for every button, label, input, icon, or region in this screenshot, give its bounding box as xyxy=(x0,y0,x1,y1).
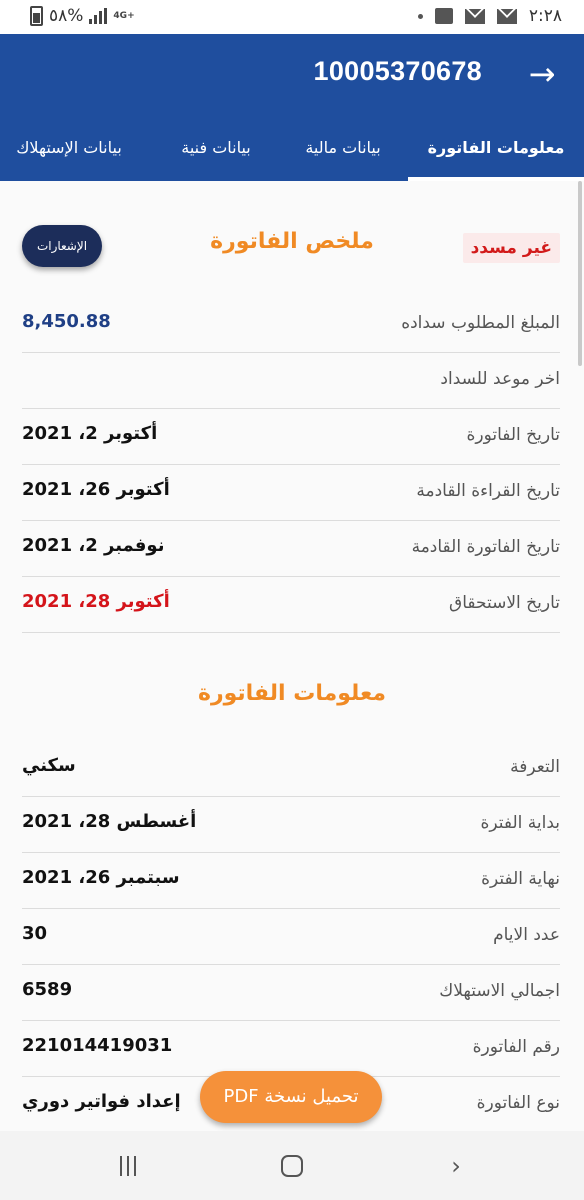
network-type: 4G+ xyxy=(113,10,135,21)
row-value: أكتوبر 2، 2021 xyxy=(22,423,158,444)
download-pdf-button[interactable]: تحميل نسخة PDF xyxy=(200,1071,382,1123)
app-bar: 10005370678 → xyxy=(0,34,584,114)
row-tariff: التعرفة سكني xyxy=(22,741,560,797)
row-next-invoice-date: تاريخ الفاتورة القادمة نوفمبر 2، 2021 xyxy=(22,521,560,577)
scrollbar[interactable] xyxy=(578,181,582,366)
row-value: إعداد فواتير دوري xyxy=(22,1091,181,1112)
row-value: 8,450.88 xyxy=(22,311,111,332)
notification-dot-icon xyxy=(417,13,423,19)
status-bar: ٥٨% 4G+ ٢:٢٨ xyxy=(0,0,584,34)
row-days-count: عدد الايام 30 xyxy=(22,909,560,965)
row-last-pay-date: اخر موعد للسداد xyxy=(22,353,560,409)
battery-icon xyxy=(30,6,43,26)
row-value: نوفمبر 2، 2021 xyxy=(22,535,165,556)
summary-header: غير مسدد ملخص الفاتورة الإشعارات xyxy=(0,225,584,267)
content-area: غير مسدد ملخص الفاتورة الإشعارات المبلغ … xyxy=(0,181,584,1133)
row-label: اجمالي الاستهلاك xyxy=(439,981,560,1001)
mail-icon xyxy=(464,8,485,24)
row-value: 221014419031 xyxy=(22,1035,173,1056)
status-right: ٢:٢٨ xyxy=(417,6,562,26)
row-label: تاريخ الفاتورة xyxy=(466,425,560,445)
row-value: أغسطس 28، 2021 xyxy=(22,811,197,832)
row-label: تاريخ الفاتورة القادمة xyxy=(411,537,560,557)
row-value: أكتوبر 28، 2021 xyxy=(22,591,170,612)
tab-technical-data[interactable]: بيانات فنية xyxy=(154,114,278,181)
row-value: 30 xyxy=(22,923,48,944)
status-time: ٢:٢٨ xyxy=(528,6,562,26)
system-nav-bar: › xyxy=(0,1131,584,1200)
gallery-icon xyxy=(434,8,453,24)
row-label: نوع الفاتورة xyxy=(476,1093,560,1113)
row-total-consumption: اجمالي الاستهلاك 6589 xyxy=(22,965,560,1021)
account-number-title: 10005370678 xyxy=(313,56,482,86)
row-period-end: نهاية الفترة سبتمبر 26، 2021 xyxy=(22,853,560,909)
row-label: عدد الايام xyxy=(493,925,560,945)
row-value: 6589 xyxy=(22,979,73,1000)
row-label: تاريخ القراءة القادمة xyxy=(416,481,560,501)
battery-percent: ٥٨% xyxy=(49,6,84,26)
tab-invoice-info[interactable]: معلومات الفاتورة xyxy=(408,114,584,181)
row-label: رقم الفاتورة xyxy=(472,1037,560,1057)
row-value: أكتوبر 26، 2021 xyxy=(22,479,170,500)
row-next-reading-date: تاريخ القراءة القادمة أكتوبر 26، 2021 xyxy=(22,465,560,521)
mail-icon-2 xyxy=(496,8,517,24)
row-label: بداية الفترة xyxy=(480,813,560,833)
tab-financial-data[interactable]: بيانات مالية xyxy=(278,114,408,181)
row-period-start: بداية الفترة أغسطس 28، 2021 xyxy=(22,797,560,853)
recent-apps-icon[interactable] xyxy=(108,1148,148,1184)
row-label: نهاية الفترة xyxy=(481,869,560,889)
tab-bar: معلومات الفاتورة بيانات مالية بيانات فني… xyxy=(0,114,584,181)
signal-icon xyxy=(89,8,108,24)
home-icon[interactable] xyxy=(272,1148,312,1184)
row-value: سبتمبر 26، 2021 xyxy=(22,867,180,888)
row-label: المبلغ المطلوب سداده xyxy=(401,313,560,333)
row-invoice-date: تاريخ الفاتورة أكتوبر 2، 2021 xyxy=(22,409,560,465)
row-label: تاريخ الاستحقاق xyxy=(449,593,560,613)
invoice-info-title: معلومات الفاتورة xyxy=(197,681,387,706)
notifications-button[interactable]: الإشعارات xyxy=(22,225,102,267)
row-amount-due: المبلغ المطلوب سداده 8,450.88 xyxy=(22,297,560,353)
back-icon[interactable]: › xyxy=(436,1148,476,1184)
row-label: اخر موعد للسداد xyxy=(440,369,560,389)
row-label: التعرفة xyxy=(510,757,560,777)
row-invoice-number: رقم الفاتورة 221014419031 xyxy=(22,1021,560,1077)
row-value: سكني xyxy=(22,755,76,776)
status-left: ٥٨% 4G+ xyxy=(30,6,135,26)
arrow-right-icon[interactable]: → xyxy=(524,56,560,92)
row-due-date: تاريخ الاستحقاق أكتوبر 28، 2021 xyxy=(22,577,560,633)
tab-consumption-data[interactable]: بيانات الإستهلاك xyxy=(0,114,154,181)
